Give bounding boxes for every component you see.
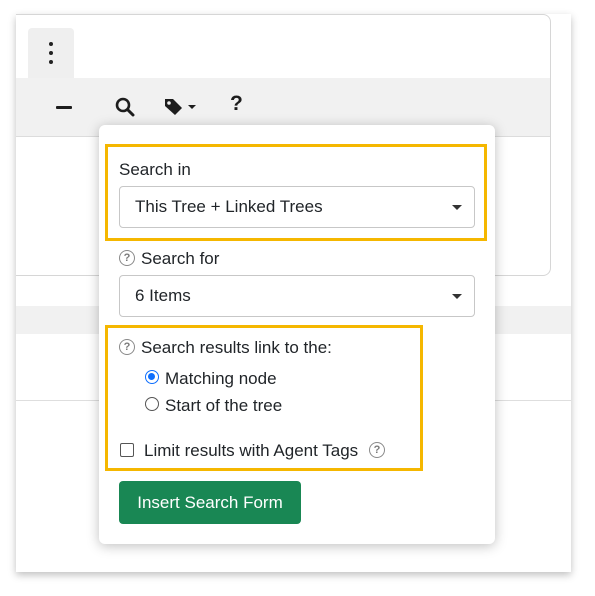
chevron-down-icon — [452, 205, 462, 210]
limit-agent-tags-label[interactable]: Limit results with Agent Tags — [144, 441, 358, 461]
help-circle-icon[interactable]: ? — [119, 339, 135, 355]
radio-start-of-tree[interactable] — [145, 397, 159, 411]
search-for-label: Search for — [141, 249, 220, 268]
insert-search-form-button[interactable]: Insert Search Form — [119, 481, 301, 524]
help-circle-icon[interactable]: ? — [119, 250, 135, 266]
minus-icon[interactable] — [56, 94, 84, 122]
help-circle-icon[interactable]: ? — [369, 442, 385, 458]
limit-agent-tags-checkbox[interactable] — [120, 443, 134, 457]
search-in-label: Search in — [119, 160, 191, 179]
chevron-down-icon — [452, 294, 462, 299]
radio-matching-node[interactable] — [145, 370, 159, 384]
tag-dropdown-icon[interactable] — [162, 94, 206, 122]
kebab-menu-icon[interactable] — [46, 42, 56, 64]
search-icon[interactable] — [112, 94, 140, 122]
search-in-value: This Tree + Linked Trees — [135, 197, 323, 216]
search-for-select[interactable]: 6 Items — [119, 275, 475, 317]
search-in-select[interactable]: This Tree + Linked Trees — [119, 186, 475, 228]
help-icon[interactable]: ? — [230, 92, 258, 120]
search-for-value: 6 Items — [135, 286, 191, 305]
results-link-label: Search results link to the: — [141, 338, 332, 357]
radio-start-of-tree-label[interactable]: Start of the tree — [165, 396, 282, 416]
radio-matching-node-label[interactable]: Matching node — [165, 369, 277, 389]
